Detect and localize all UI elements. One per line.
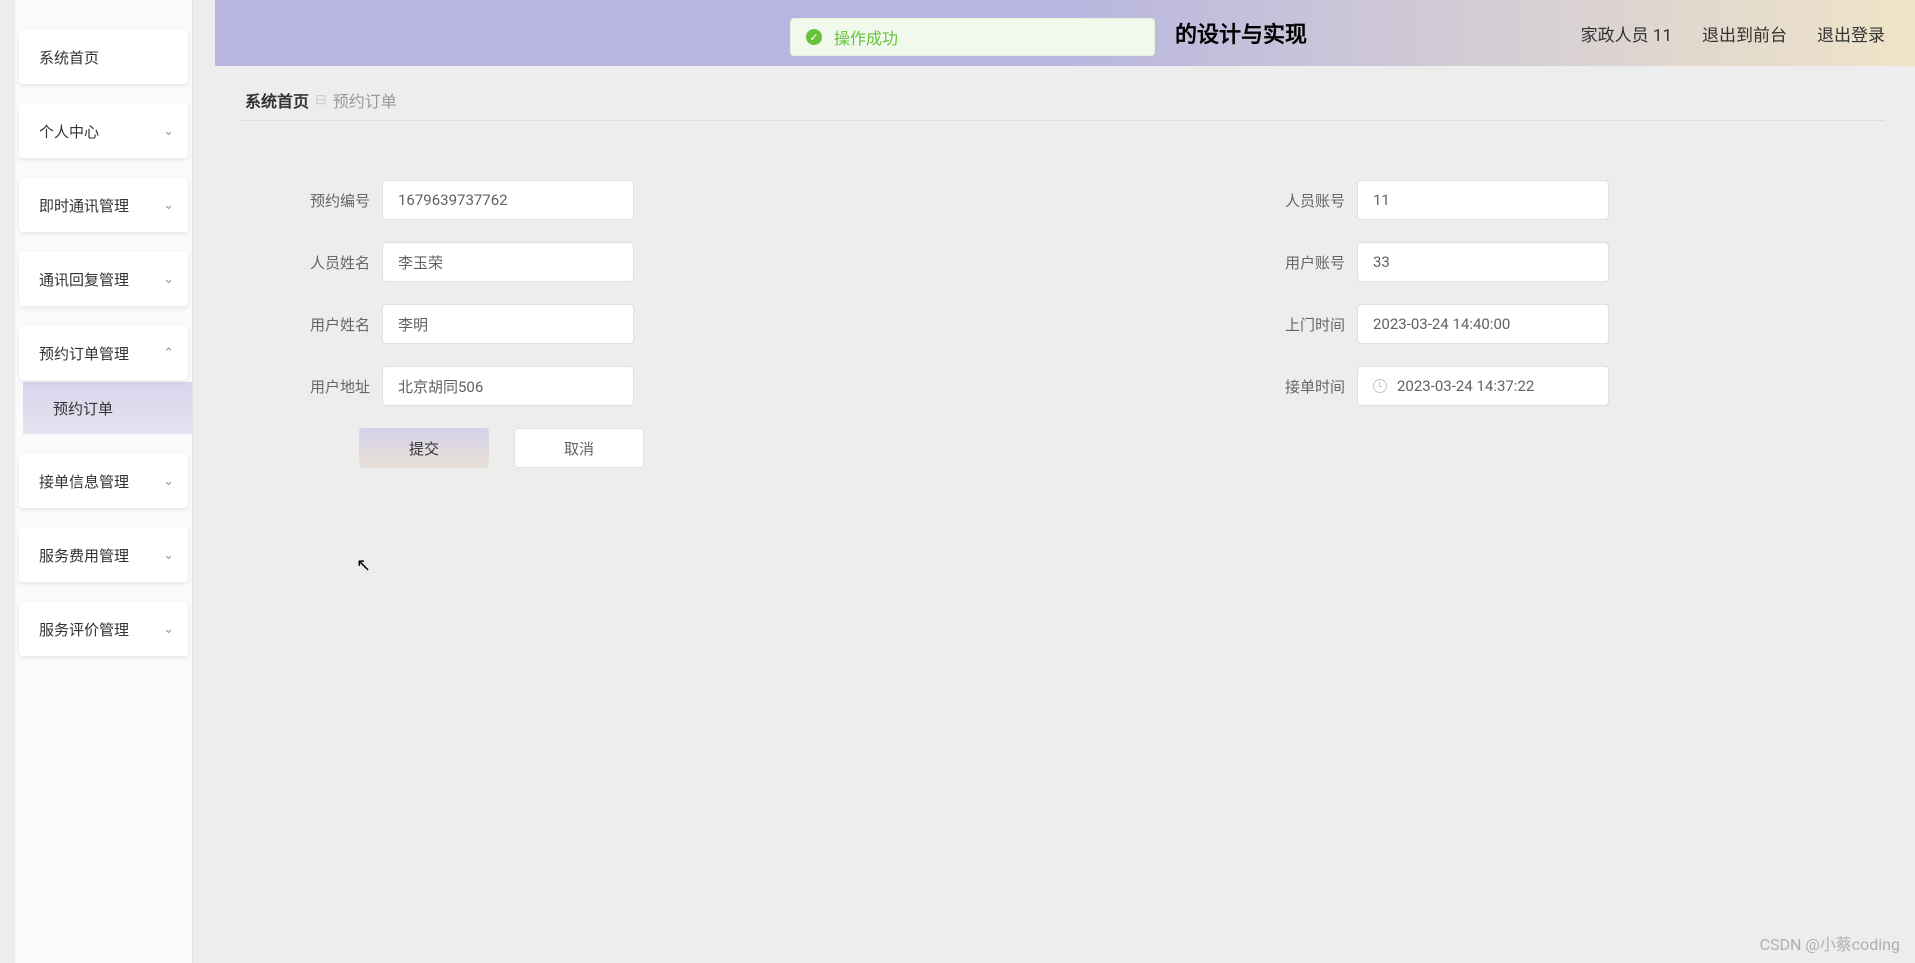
clock-icon xyxy=(1373,379,1387,393)
sidebar-item-home[interactable]: 系统首页 xyxy=(19,30,188,84)
cursor-icon: ↖ xyxy=(356,555,371,576)
form-row-user-account: 用户账号 xyxy=(1270,242,1665,282)
breadcrumb-separator: ⊟ xyxy=(315,92,327,108)
divider xyxy=(240,120,1885,121)
sidebar-item-label: 服务评价管理 xyxy=(39,619,129,640)
user-label[interactable]: 家政人员 11 xyxy=(1581,21,1672,46)
chevron-down-icon: ⌄ xyxy=(163,272,174,287)
logout-link[interactable]: 退出登录 xyxy=(1817,21,1885,46)
breadcrumb: 系统首页 ⊟ 预约订单 xyxy=(245,88,397,112)
user-account-input[interactable] xyxy=(1357,242,1609,282)
sidebar-item-fee[interactable]: 服务费用管理 ⌄ xyxy=(19,528,188,582)
user-address-input[interactable] xyxy=(382,366,634,406)
button-row: 提交 取消 xyxy=(359,428,980,468)
page-title: 的设计与实现 xyxy=(1175,17,1307,49)
sidebar-item-label: 接单信息管理 xyxy=(39,471,129,492)
chevron-down-icon: ⌄ xyxy=(163,622,174,637)
chevron-down-icon: ⌄ xyxy=(163,474,174,489)
form-row-user-name: 用户姓名 xyxy=(295,304,980,344)
sidebar-item-reservation[interactable]: 预约订单管理 ⌃ xyxy=(19,326,188,380)
sidebar-item-label: 通讯回复管理 xyxy=(39,269,129,290)
form: 预约编号 人员姓名 用户姓名 用户地址 提交 取消 人员账号 用户账号 xyxy=(295,180,1665,468)
sidebar-item-label: 即时通讯管理 xyxy=(39,195,129,216)
submit-button[interactable]: 提交 xyxy=(359,428,489,468)
form-column-left: 预约编号 人员姓名 用户姓名 用户地址 提交 取消 xyxy=(295,180,980,468)
accept-time-value: 2023-03-24 14:37:22 xyxy=(1397,377,1534,395)
chevron-down-icon: ⌄ xyxy=(163,548,174,563)
cancel-button[interactable]: 取消 xyxy=(514,428,644,468)
form-row-reservation-no: 预约编号 xyxy=(295,180,980,220)
sidebar-item-label: 服务费用管理 xyxy=(39,545,129,566)
sidebar-subitem-reservation-order[interactable]: 预约订单 xyxy=(23,382,192,434)
staff-account-input[interactable] xyxy=(1357,180,1609,220)
sidebar-item-label: 预约订单管理 xyxy=(39,343,129,364)
breadcrumb-current: 预约订单 xyxy=(333,88,397,112)
success-icon: ✓ xyxy=(806,29,822,45)
form-label: 人员姓名 xyxy=(295,252,370,273)
sidebar-item-accept[interactable]: 接单信息管理 ⌄ xyxy=(19,454,188,508)
header-actions: 家政人员 11 退出到前台 退出登录 xyxy=(1581,21,1885,46)
form-row-visit-time: 上门时间 xyxy=(1270,304,1665,344)
staff-name-input[interactable] xyxy=(382,242,634,282)
chevron-up-icon: ⌃ xyxy=(163,346,174,361)
form-row-staff-name: 人员姓名 xyxy=(295,242,980,282)
logout-frontend-link[interactable]: 退出到前台 xyxy=(1702,21,1787,46)
form-label: 用户账号 xyxy=(1270,252,1345,273)
form-row-staff-account: 人员账号 xyxy=(1270,180,1665,220)
sidebar: 系统首页 个人中心 ⌄ 即时通讯管理 ⌄ 通讯回复管理 ⌄ 预约订单管理 ⌃ 预… xyxy=(15,0,193,963)
chevron-down-icon: ⌄ xyxy=(163,124,174,139)
visit-time-input[interactable] xyxy=(1357,304,1609,344)
sidebar-item-im[interactable]: 即时通讯管理 ⌄ xyxy=(19,178,188,232)
toast-message: 操作成功 xyxy=(834,25,898,49)
user-name-input[interactable] xyxy=(382,304,634,344)
form-label: 预约编号 xyxy=(295,190,370,211)
watermark: CSDN @小蔡coding xyxy=(1760,931,1900,955)
sidebar-subitem-label: 预约订单 xyxy=(53,398,113,419)
form-row-accept-time: 接单时间 2023-03-24 14:37:22 xyxy=(1270,366,1665,406)
form-label: 接单时间 xyxy=(1270,376,1345,397)
chevron-down-icon: ⌄ xyxy=(163,198,174,213)
sidebar-item-label: 个人中心 xyxy=(39,121,99,142)
form-label: 上门时间 xyxy=(1270,314,1345,335)
sidebar-item-reply[interactable]: 通讯回复管理 ⌄ xyxy=(19,252,188,306)
accept-time-input[interactable]: 2023-03-24 14:37:22 xyxy=(1357,366,1609,406)
sidebar-item-review[interactable]: 服务评价管理 ⌄ xyxy=(19,602,188,656)
form-label: 用户姓名 xyxy=(295,314,370,335)
sidebar-item-profile[interactable]: 个人中心 ⌄ xyxy=(19,104,188,158)
reservation-no-input[interactable] xyxy=(382,180,634,220)
form-row-user-address: 用户地址 xyxy=(295,366,980,406)
toast-success: ✓ 操作成功 xyxy=(790,18,1155,56)
form-label: 人员账号 xyxy=(1270,190,1345,211)
form-column-right: 人员账号 用户账号 上门时间 接单时间 2023-03-24 14:37:22 xyxy=(980,180,1665,468)
sidebar-item-label: 系统首页 xyxy=(39,47,99,68)
breadcrumb-home[interactable]: 系统首页 xyxy=(245,88,309,112)
form-label: 用户地址 xyxy=(295,376,370,397)
